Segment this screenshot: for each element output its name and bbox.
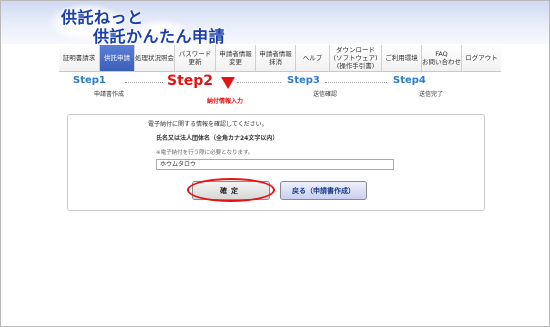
step3-label: 送信確認 <box>313 91 338 98</box>
nav-help[interactable]: ヘルプ <box>295 45 329 71</box>
step1-label: 申請書作成 <box>94 91 125 98</box>
nav-certificate-request[interactable]: 証明書請求 <box>59 45 99 71</box>
nav-environment[interactable]: ご利用環境 <box>381 45 421 71</box>
step3-title: Step3 <box>287 75 320 86</box>
nav-applicant-delete[interactable]: 申請者情報 抹消 <box>255 45 295 71</box>
nav-password-update[interactable]: パスワード 更新 <box>174 45 215 71</box>
step-connector <box>125 82 163 83</box>
step2-title: Step2 <box>167 73 214 89</box>
payment-info-panel: 電子納付に関する情報を確認してください。 氏名又は法人団体名（全角カナ24文字以… <box>67 114 485 211</box>
nav-status-inquiry[interactable]: 処理状況照会 <box>134 45 174 71</box>
highlight-ring <box>187 178 275 202</box>
nav-faq-contact[interactable]: FAQ お問い合わせ <box>421 45 461 71</box>
step4-title: Step4 <box>393 75 426 86</box>
step-connector <box>237 82 281 83</box>
site-header: 供託ねっと 供託かんたん申請 <box>1 1 549 44</box>
nav-logout[interactable]: ログアウト <box>461 45 501 71</box>
back-button[interactable]: 戻る（申請書作成） <box>280 181 367 200</box>
step2-label: 納付情報入力 <box>207 98 244 105</box>
app-frame: 供託ねっと 供託かんたん申請 証明書請求 供託申請 処理状況照会 パスワード 更… <box>0 0 550 327</box>
service-title: 供託かんたん申請 <box>93 27 226 44</box>
main-nav: 証明書請求 供託申請 処理状況照会 パスワード 更新 申請者情報 変更 申請者情… <box>59 45 501 72</box>
current-step-arrow-icon <box>221 77 235 89</box>
name-kana-input[interactable]: ホウムタロウ <box>156 159 394 170</box>
intro-text: 電子納付に関する情報を確認してください。 <box>148 121 268 128</box>
nav-deposit-application[interactable]: 供託申請 <box>99 45 134 71</box>
nav-applicant-change[interactable]: 申請者情報 変更 <box>215 45 255 71</box>
name-field-label: 氏名又は法人団体名（全角カナ24文字以内） <box>156 135 279 142</box>
step-connector <box>325 82 387 83</box>
step4-label: 送信完了 <box>419 91 444 98</box>
name-field-note: ※電子納付を行う際に必要となります。 <box>156 150 254 156</box>
step1-title: Step1 <box>73 75 106 86</box>
nav-download[interactable]: ダウンロード (ソフトウェア) (操作手引書) <box>329 45 381 71</box>
step-indicator: Step1 申請書作成 Step2 納付情報入力 Step3 送信確認 Step… <box>1 71 549 111</box>
